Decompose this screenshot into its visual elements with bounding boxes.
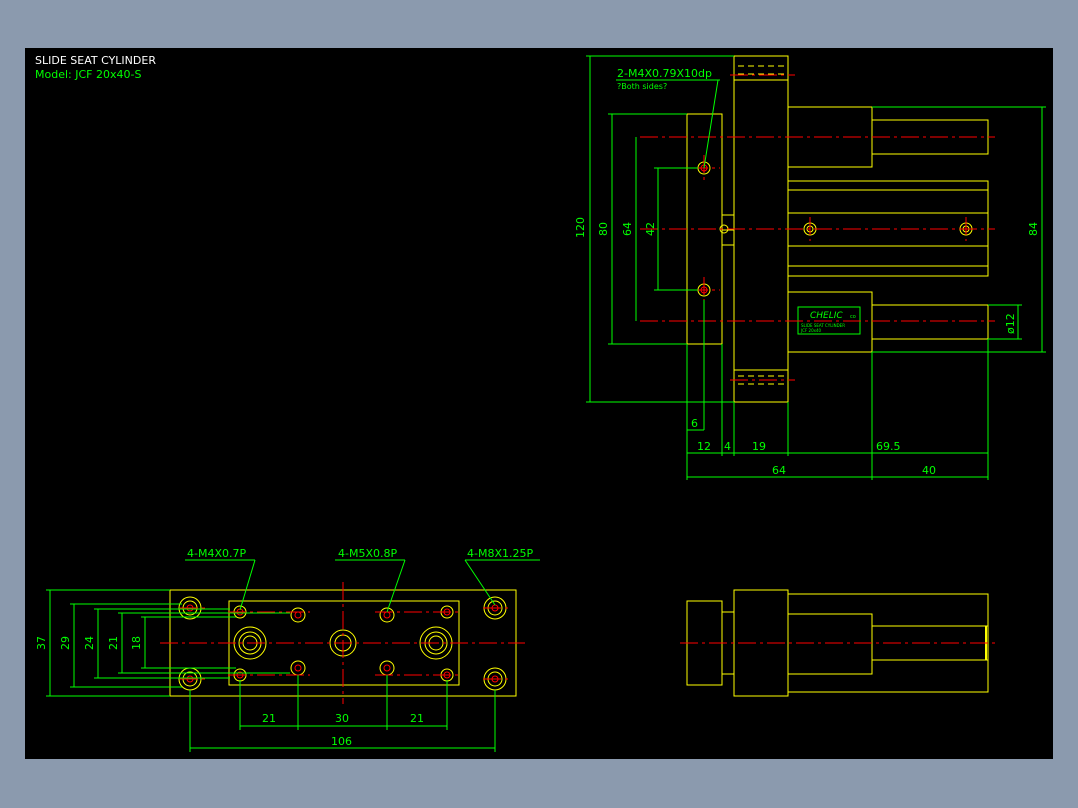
callout-m5: 4-M5X0.8P (338, 547, 397, 560)
dim-24: 24 (83, 636, 96, 650)
callout-both-sides: ?Both sides? (617, 82, 667, 91)
drawing-canvas: SLIDE SEAT CYLINDER Model: JCF 20x40-S C… (25, 48, 1053, 759)
logo-text: CHELIC (810, 311, 843, 321)
dim-dia-12: ø12 (1004, 313, 1017, 334)
dim-42: 42 (644, 222, 657, 236)
nameplate-line2: JCF 20x40 (800, 328, 822, 333)
dim-80: 80 (597, 222, 610, 236)
dim-37: 37 (35, 636, 48, 650)
dim-40: 40 (922, 464, 936, 477)
dim-64-vertical: 64 (621, 222, 634, 236)
dim-18: 18 (130, 636, 143, 650)
callout-m4-dp: 2-M4X0.79X10dp (617, 67, 712, 80)
dim-21-right: 21 (410, 712, 424, 725)
top-view: CHELIC co SLIDE SEAT CYLINDER JCF 20x40 (574, 55, 1046, 480)
side-view (680, 589, 995, 697)
dim-30: 30 (335, 712, 349, 725)
lower-rod (871, 304, 989, 340)
dim-6: 6 (691, 417, 698, 430)
front-view: 4-M4X0.7P 4-M5X0.8P 4-M8X1.25P 37 29 24 … (35, 547, 540, 752)
dim-69-5: 69.5 (876, 440, 901, 453)
dim-64-horizontal: 64 (772, 464, 786, 477)
logo-suffix: co (850, 314, 856, 320)
dim-106: 106 (331, 735, 352, 748)
callout-m8: 4-M8X1.25P (467, 547, 533, 560)
callout-m4: 4-M4X0.7P (187, 547, 246, 560)
dim-12: 12 (697, 440, 711, 453)
dim-120: 120 (574, 217, 587, 238)
dim-29: 29 (59, 636, 72, 650)
dim-21-left: 21 (262, 712, 276, 725)
lower-rod-housing (787, 291, 873, 353)
dim-84: 84 (1027, 222, 1040, 236)
dim-4: 4 (724, 440, 731, 453)
dim-19: 19 (752, 440, 766, 453)
cad-drawing: CHELIC co SLIDE SEAT CYLINDER JCF 20x40 (35, 55, 1046, 752)
dim-21-vertical: 21 (107, 636, 120, 650)
